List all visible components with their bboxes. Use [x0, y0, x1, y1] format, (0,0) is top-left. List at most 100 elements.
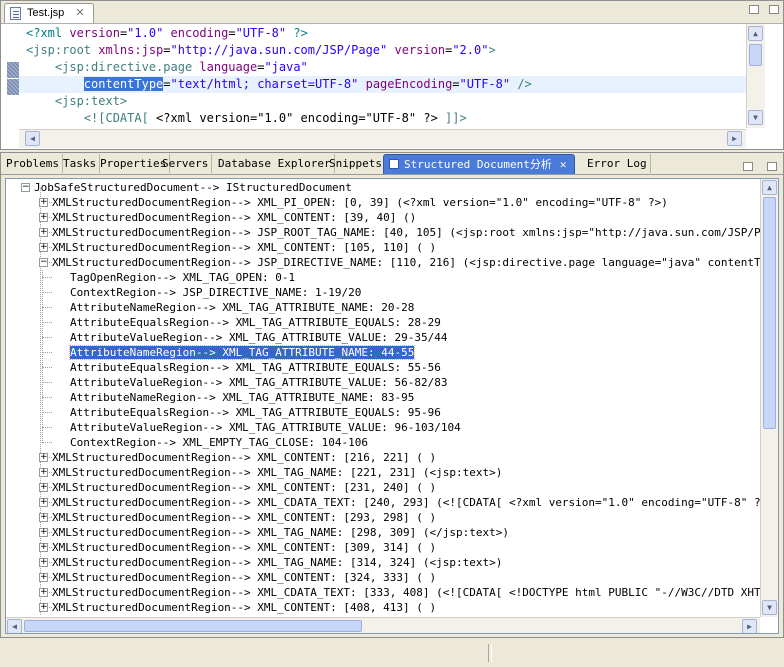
tree-item[interactable]: + XMLStructuredDocumentRegion--> XML_CONT…	[39, 240, 436, 255]
tree-item[interactable]: + XMLStructuredDocumentRegion--> XML_CONT…	[39, 450, 436, 465]
tree-item[interactable]: + XMLStructuredDocumentRegion--> XML_CDAT…	[39, 585, 761, 600]
scroll-up-icon[interactable]: ▲	[762, 180, 777, 195]
tree-item[interactable]: AttributeValueRegion--> XML_TAG_ATTRIBUT…	[70, 330, 448, 345]
expand-icon[interactable]: +	[39, 228, 48, 237]
expand-icon[interactable]: +	[39, 453, 48, 462]
tree-item[interactable]: AttributeValueRegion--> XML_TAG_ATTRIBUT…	[70, 420, 461, 435]
editor-vertical-scrollbar[interactable]: ▲ ▼	[746, 24, 765, 128]
tree-item[interactable]: + XMLStructuredDocumentRegion--> XML_CONT…	[39, 540, 437, 555]
scroll-right-icon[interactable]: ▶	[742, 619, 757, 633]
tree-item[interactable]: AttributeEqualsRegion--> XML_TAG_ATTRIBU…	[70, 360, 441, 375]
expand-icon[interactable]: +	[39, 213, 48, 222]
code-token: xmlns:jsp	[98, 43, 164, 57]
view-tab[interactable]: Servers	[159, 154, 213, 173]
close-icon[interactable]: ✕	[75, 4, 84, 23]
editor-scroll-thumb[interactable]	[749, 44, 762, 66]
tree-item[interactable]: ContextRegion--> JSP_DIRECTIVE_NAME: 1-1…	[70, 285, 361, 300]
tree-item[interactable]: − XMLStructuredDocumentRegion--> JSP_DIRE…	[39, 255, 761, 270]
expand-icon[interactable]: +	[39, 573, 48, 582]
editor-tab-test-jsp[interactable]: Test.jsp ✕	[4, 3, 94, 23]
expand-icon[interactable]: +	[39, 243, 48, 252]
code-line[interactable]: contentType="text/html; charset=UTF-8" p…	[19, 76, 755, 93]
scroll-down-icon[interactable]: ▼	[748, 110, 763, 125]
source-code-editor[interactable]: <?xml version="1.0" encoding="UTF-8" ?> <…	[19, 25, 755, 127]
code-token: "2.0"	[452, 43, 489, 57]
tree-horizontal-thumb[interactable]	[24, 620, 362, 632]
tree-scroll-thumb[interactable]	[763, 197, 776, 429]
tree-item[interactable]: + XMLStructuredDocumentRegion--> JSP_ROOT…	[39, 225, 761, 240]
view-tab[interactable]: Database Explorer	[215, 154, 335, 173]
expand-icon[interactable]: +	[39, 558, 48, 567]
view-tab[interactable]: Snippets	[326, 154, 386, 173]
tree-item[interactable]: + XMLStructuredDocumentRegion--> XML_TAG_…	[39, 525, 509, 540]
scroll-down-icon[interactable]: ▼	[762, 600, 777, 615]
minimize-icon[interactable]	[748, 5, 759, 14]
view-tab[interactable]: Problems	[3, 154, 63, 173]
collapse-icon[interactable]: −	[39, 258, 48, 267]
tree-horizontal-scrollbar[interactable]: ◀ ▶	[6, 617, 760, 633]
tree-item[interactable]: + XMLStructuredDocumentRegion--> XML_TAG_…	[39, 555, 502, 570]
code-token: =	[228, 26, 236, 40]
expand-icon[interactable]: +	[39, 498, 48, 507]
tree-vertical-scrollbar[interactable]: ▲ ▼	[760, 179, 778, 617]
expand-icon[interactable]: +	[39, 513, 48, 522]
tree-item[interactable]: AttributeEqualsRegion--> XML_TAG_ATTRIBU…	[70, 405, 441, 420]
tree-item-label: AttributeEqualsRegion--> XML_TAG_ATTRIBU…	[70, 316, 441, 329]
minimize-icon[interactable]	[743, 162, 754, 171]
tree-item[interactable]: AttributeNameRegion--> XML_TAG_ATTRIBUTE…	[70, 300, 414, 315]
editor-pane: Test.jsp ✕ <?xml version="1.0" encoding=…	[0, 0, 784, 150]
code-token: <?xml version="1.0" encoding="UTF-8" ?>	[156, 111, 446, 125]
code-line[interactable]: <jsp:text>	[26, 93, 743, 110]
scroll-right-icon[interactable]: ▶	[727, 131, 742, 146]
expand-icon[interactable]: +	[39, 483, 48, 492]
code-line[interactable]: <jsp:directive.page language="java"	[26, 59, 743, 76]
close-icon[interactable]: ✕	[560, 158, 567, 171]
tree-item[interactable]: + XMLStructuredDocumentRegion--> XML_CONT…	[39, 480, 436, 495]
views-window-controls	[739, 156, 777, 175]
tree-item[interactable]: + XMLStructuredDocumentRegion--> XML_CONT…	[39, 600, 437, 615]
tree-item[interactable]: + XMLStructuredDocumentRegion--> XML_TAG_…	[39, 465, 502, 480]
tree-item[interactable]: AttributeNameRegion--> XML_TAG_ATTRIBUTE…	[70, 390, 414, 405]
editor-horizontal-scrollbar[interactable]: ◀ ▶	[19, 129, 746, 148]
code-token: encoding	[170, 26, 229, 40]
scroll-left-icon[interactable]: ◀	[25, 131, 40, 146]
tree-item[interactable]: + XMLStructuredDocumentRegion--> XML_CONT…	[39, 570, 436, 585]
maximize-icon[interactable]	[769, 5, 779, 14]
tree-item-label: XMLStructuredDocumentRegion--> XML_CONTE…	[52, 601, 437, 614]
view-tab-label: Properties	[100, 157, 167, 170]
view-tab[interactable]: Structured Document分析 ✕	[383, 154, 576, 174]
collapse-icon[interactable]: −	[21, 183, 30, 192]
view-tab[interactable]: Tasks	[60, 154, 101, 173]
maximize-icon[interactable]	[767, 162, 777, 171]
tree-item[interactable]: ContextRegion--> XML_EMPTY_TAG_CLOSE: 10…	[70, 435, 368, 450]
tree-item[interactable]: + XMLStructuredDocumentRegion--> XML_CDAT…	[39, 495, 761, 510]
view-tab[interactable]: Error Log	[584, 154, 651, 173]
tree-item[interactable]: AttributeNameRegion--> XML_TAG_ATTRIBUTE…	[68, 345, 416, 360]
tree-item[interactable]: + XMLStructuredDocumentRegion--> XML_CONT…	[39, 510, 436, 525]
code-line[interactable]: <![CDATA[ <?xml version="1.0" encoding="…	[26, 110, 743, 127]
editor-tabbar: Test.jsp ✕	[1, 1, 783, 24]
tree-item[interactable]: − JobSafeStructuredDocument--> IStructure…	[21, 180, 352, 195]
code-line[interactable]: <?xml version="1.0" encoding="UTF-8" ?>	[26, 25, 743, 42]
tree-item[interactable]: + XMLStructuredDocumentRegion--> XML_CONT…	[39, 210, 416, 225]
code-line[interactable]: <jsp:root xmlns:jsp="http://java.sun.com…	[26, 42, 743, 59]
expand-icon[interactable]: +	[39, 468, 48, 477]
tree-item[interactable]: TagOpenRegion--> XML_TAG_OPEN: 0-1	[70, 270, 295, 285]
structure-tree[interactable]: − JobSafeStructuredDocument--> IStructure…	[6, 179, 761, 616]
tree-item[interactable]: AttributeEqualsRegion--> XML_TAG_ATTRIBU…	[70, 315, 441, 330]
tree-item[interactable]: + XMLStructuredDocumentRegion--> XML_PI_O…	[39, 195, 668, 210]
tree-item-label: XMLStructuredDocumentRegion--> XML_PI_OP…	[52, 196, 668, 209]
tree-item[interactable]: AttributeValueRegion--> XML_TAG_ATTRIBUT…	[70, 375, 448, 390]
view-tab-label: Tasks	[63, 157, 97, 170]
expand-icon[interactable]: +	[39, 588, 48, 597]
tree-item-label: AttributeEqualsRegion--> XML_TAG_ATTRIBU…	[70, 361, 441, 374]
expand-icon[interactable]: +	[39, 603, 48, 612]
expand-icon[interactable]: +	[39, 528, 48, 537]
scroll-left-icon[interactable]: ◀	[7, 619, 22, 633]
tree-item-label: XMLStructuredDocumentRegion--> XML_CONTE…	[52, 541, 437, 554]
structured-document-view: − JobSafeStructuredDocument--> IStructure…	[5, 178, 779, 634]
expand-icon[interactable]: +	[39, 198, 48, 207]
code-token: />	[510, 77, 532, 91]
expand-icon[interactable]: +	[39, 543, 48, 552]
scroll-up-icon[interactable]: ▲	[748, 26, 763, 41]
